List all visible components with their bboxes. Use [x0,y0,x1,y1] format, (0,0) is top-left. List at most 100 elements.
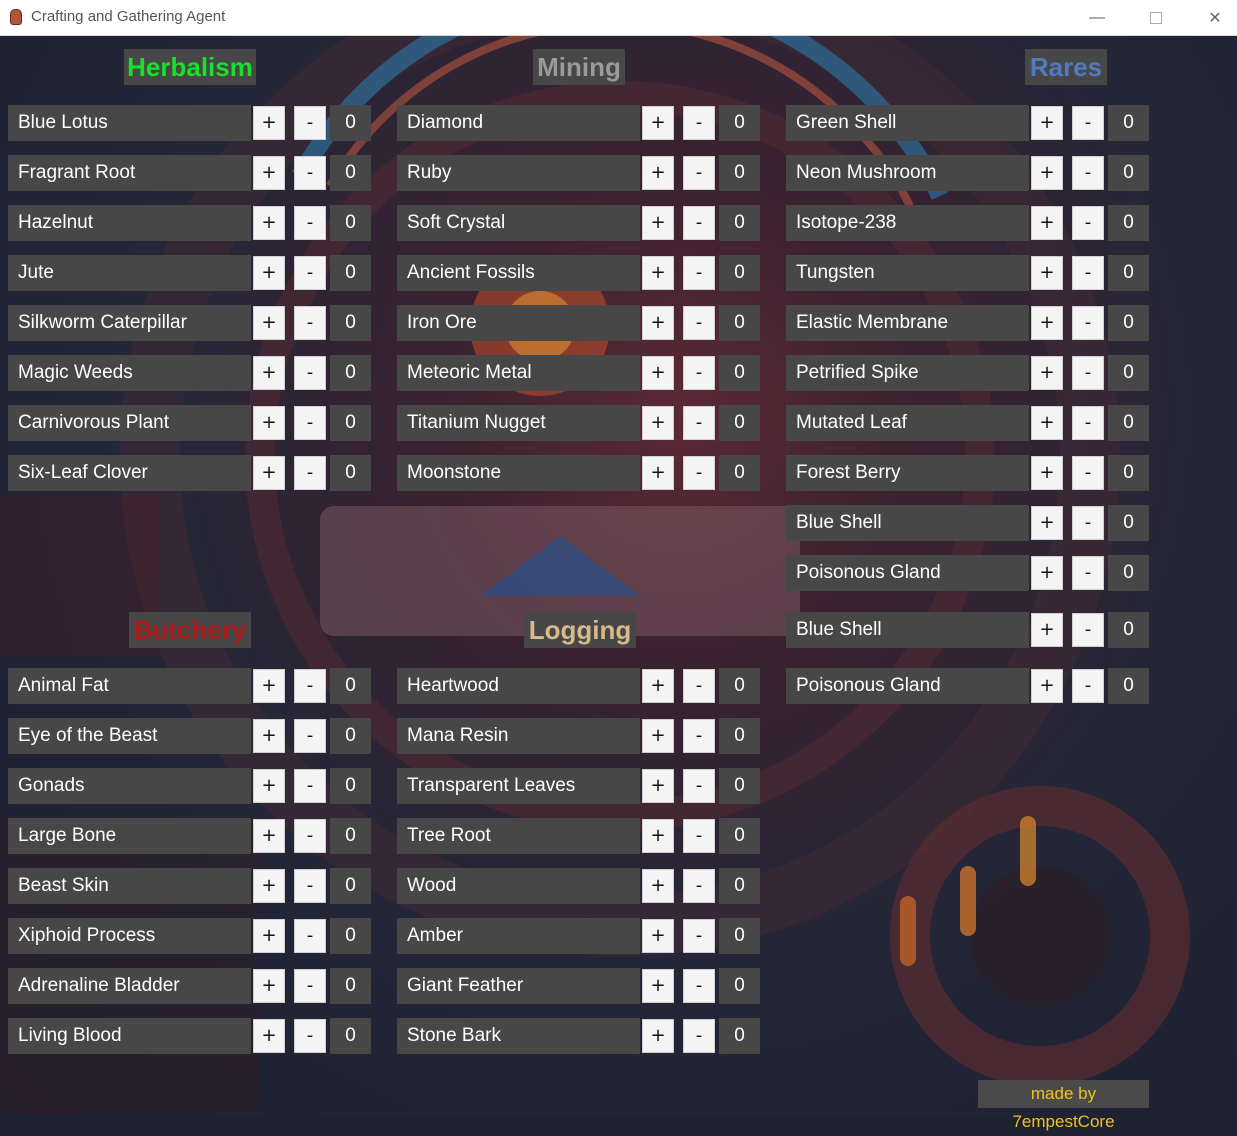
increment-button[interactable]: + [642,1019,674,1053]
increment-button[interactable]: + [253,456,285,490]
increment-button[interactable]: + [642,669,674,703]
increment-button[interactable]: + [642,456,674,490]
increment-button[interactable]: + [642,106,674,140]
increment-button[interactable]: + [1031,506,1063,540]
increment-button[interactable]: + [1031,156,1063,190]
increment-button[interactable]: + [253,306,285,340]
item-count: 0 [1108,305,1149,341]
decrement-button[interactable]: - [683,819,715,853]
decrement-button[interactable]: - [683,306,715,340]
window-title: Crafting and Gathering Agent [31,8,226,25]
increment-button[interactable]: + [253,106,285,140]
increment-button[interactable]: + [642,306,674,340]
decrement-button[interactable]: - [294,719,326,753]
increment-button[interactable]: + [253,406,285,440]
decrement-button[interactable]: - [1072,556,1104,590]
increment-button[interactable]: + [1031,406,1063,440]
decrement-button[interactable]: - [1072,356,1104,390]
decrement-button[interactable]: - [683,106,715,140]
decrement-button[interactable]: - [294,356,326,390]
decrement-button[interactable]: - [1072,156,1104,190]
item-row-moonstone: Moonstone + -0 [397,455,760,491]
increment-button[interactable]: + [642,156,674,190]
decrement-button[interactable]: - [294,156,326,190]
decrement-button[interactable]: - [683,1019,715,1053]
increment-button[interactable]: + [253,869,285,903]
increment-button[interactable]: + [642,769,674,803]
decrement-button[interactable]: - [683,356,715,390]
increment-button[interactable]: + [253,719,285,753]
decrement-button[interactable]: - [294,306,326,340]
increment-button[interactable]: + [253,256,285,290]
increment-button[interactable]: + [253,769,285,803]
decrement-button[interactable]: - [683,456,715,490]
increment-button[interactable]: + [642,869,674,903]
close-button[interactable]: ✕ [1186,0,1237,35]
decrement-button[interactable]: - [1072,669,1104,703]
item-count: 0 [1108,155,1149,191]
decrement-button[interactable]: - [294,669,326,703]
increment-button[interactable]: + [1031,256,1063,290]
decrement-button[interactable]: - [294,106,326,140]
item-row-ruby: Ruby + -0 [397,155,760,191]
increment-button[interactable]: + [1031,556,1063,590]
decrement-button[interactable]: - [1072,406,1104,440]
increment-button[interactable]: + [642,406,674,440]
increment-button[interactable]: + [253,669,285,703]
decrement-button[interactable]: - [683,719,715,753]
increment-button[interactable]: + [253,356,285,390]
decrement-button[interactable]: - [1072,306,1104,340]
increment-button[interactable]: + [1031,106,1063,140]
increment-button[interactable]: + [642,356,674,390]
increment-button[interactable]: + [1031,669,1063,703]
increment-button[interactable]: + [642,719,674,753]
item-count: 0 [330,105,371,141]
increment-button[interactable]: + [642,256,674,290]
increment-button[interactable]: + [1031,613,1063,647]
decrement-button[interactable]: - [1072,106,1104,140]
decrement-button[interactable]: - [683,256,715,290]
decrement-button[interactable]: - [683,669,715,703]
increment-button[interactable]: + [253,1019,285,1053]
decrement-button[interactable]: - [683,206,715,240]
increment-button[interactable]: + [253,969,285,1003]
decrement-button[interactable]: - [294,406,326,440]
decrement-button[interactable]: - [683,869,715,903]
decrement-button[interactable]: - [683,769,715,803]
decrement-button[interactable]: - [294,206,326,240]
decrement-button[interactable]: - [1072,206,1104,240]
decrement-button[interactable]: - [294,1019,326,1053]
increment-button[interactable]: + [253,156,285,190]
decrement-button[interactable]: - [294,819,326,853]
decrement-button[interactable]: - [683,406,715,440]
item-count: 0 [330,1018,371,1054]
decrement-button[interactable]: - [294,969,326,1003]
decrement-button[interactable]: - [683,969,715,1003]
decrement-button[interactable]: - [1072,613,1104,647]
increment-button[interactable]: + [642,206,674,240]
increment-button[interactable]: + [1031,206,1063,240]
increment-button[interactable]: + [1031,456,1063,490]
increment-button[interactable]: + [253,206,285,240]
increment-button[interactable]: + [1031,306,1063,340]
decrement-button[interactable]: - [1072,506,1104,540]
decrement-button[interactable]: - [294,919,326,953]
decrement-button[interactable]: - [294,456,326,490]
increment-button[interactable]: + [1031,356,1063,390]
maximize-button[interactable] [1127,0,1185,35]
increment-button[interactable]: + [253,919,285,953]
decrement-button[interactable]: - [294,769,326,803]
increment-button[interactable]: + [642,819,674,853]
minimize-button[interactable]: — [1068,0,1126,35]
decrement-button[interactable]: - [1072,456,1104,490]
decrement-button[interactable]: - [683,156,715,190]
item-row-ancient-fossils: Ancient Fossils + -0 [397,255,760,291]
decrement-button[interactable]: - [683,919,715,953]
decrement-button[interactable]: - [294,869,326,903]
increment-button[interactable]: + [642,919,674,953]
decrement-button[interactable]: - [294,256,326,290]
increment-button[interactable]: + [642,969,674,1003]
item-row-six-leaf-clover: Six-Leaf Clover + -0 [8,455,371,491]
decrement-button[interactable]: - [1072,256,1104,290]
increment-button[interactable]: + [253,819,285,853]
